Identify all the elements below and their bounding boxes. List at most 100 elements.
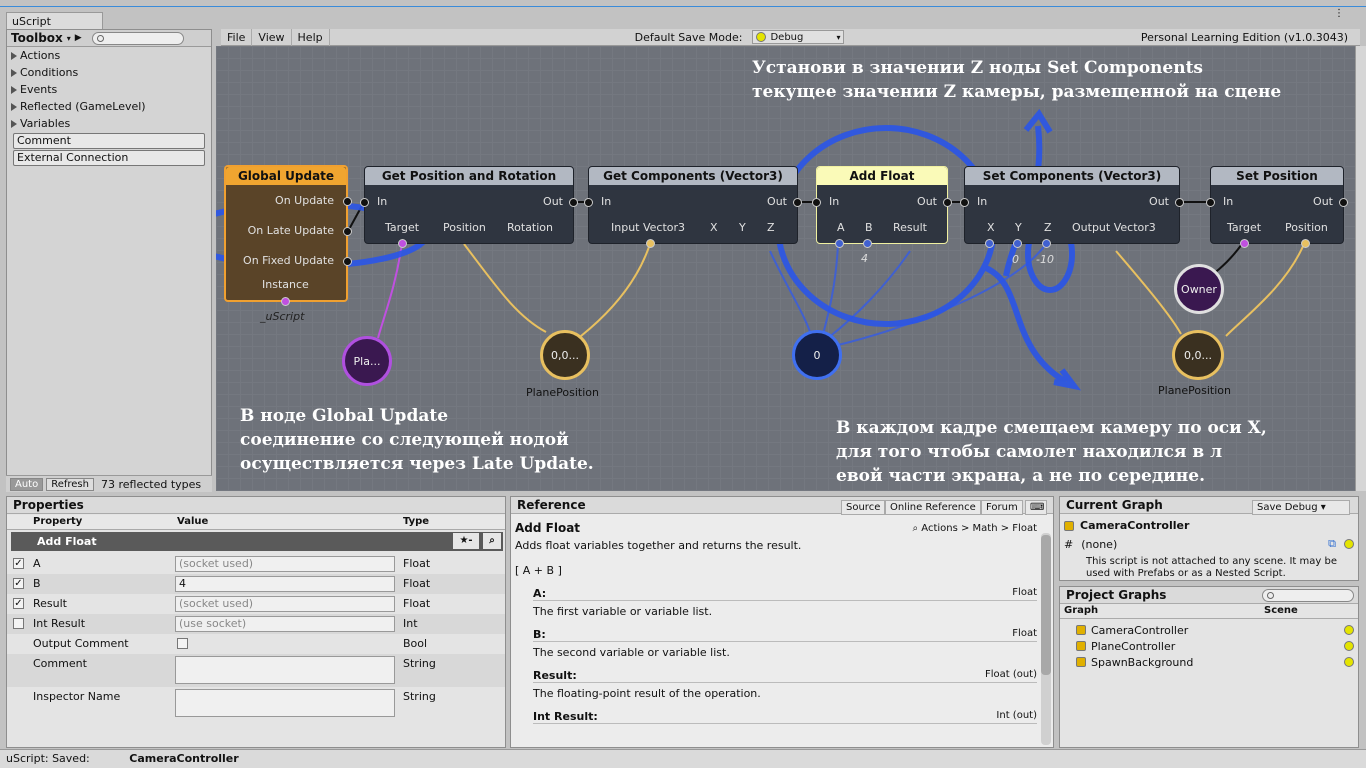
project-graph-item[interactable]: SpawnBackground [1076, 654, 1354, 670]
socket-on-fixed-update[interactable] [343, 257, 352, 266]
property-value[interactable]: (use socket) [175, 616, 395, 632]
socket-out[interactable] [1339, 198, 1348, 207]
reference-panel: Reference Source Online Reference Forum … [510, 496, 1054, 748]
socket-instance[interactable] [281, 297, 290, 306]
expand-arrow-icon[interactable] [11, 68, 17, 77]
node-add-float[interactable]: Add Float In Out A B Result [812, 166, 952, 248]
expand-arrow-icon[interactable] [11, 85, 17, 94]
save-mode-select[interactable]: Debug ▾ [752, 30, 845, 44]
menu-view[interactable]: View [252, 28, 292, 46]
reference-scrollbar[interactable] [1041, 533, 1051, 745]
socket-on-update[interactable] [343, 197, 352, 206]
reference-node-name: Add Float [515, 521, 581, 535]
toolbox-dropdown-icon[interactable]: ▾ [67, 34, 71, 43]
auto-button[interactable]: Auto [10, 477, 44, 491]
note-line: used with Prefabs or as a Nested Script. [1086, 568, 1286, 579]
tree-item-variables[interactable]: Variables [7, 115, 211, 132]
socket-a[interactable] [835, 239, 844, 248]
socket-out[interactable] [793, 198, 802, 207]
menu-help[interactable]: Help [292, 28, 330, 46]
socket-y[interactable] [1013, 239, 1022, 248]
keyboard-icon[interactable]: ⌨ [1025, 500, 1047, 515]
project-graph-item[interactable]: PlaneController [1076, 638, 1354, 654]
socket-in[interactable] [360, 198, 369, 207]
source-tab[interactable]: Source [841, 500, 886, 515]
comment-textarea[interactable] [175, 656, 395, 684]
variable-zero[interactable]: 0 [792, 330, 842, 380]
pin-out: Out [767, 195, 787, 208]
variable-pla[interactable]: Pla... [342, 336, 392, 386]
socket-x[interactable] [985, 239, 994, 248]
property-type: String [403, 690, 436, 703]
property-value[interactable]: (socket used) [175, 596, 395, 612]
project-graphs-search[interactable] [1262, 589, 1354, 602]
menu-file[interactable]: File [221, 28, 253, 46]
current-graph-panel: Current Graph Save Debug ▾ CameraControl… [1059, 496, 1359, 581]
param-name: A: [533, 587, 547, 600]
link-zero-to-a [821, 243, 839, 339]
tree-item-reflected[interactable]: Reflected (GameLevel) [7, 98, 211, 115]
tree-item-label: Variables [20, 117, 71, 130]
external-connection-button[interactable]: External Connection [13, 150, 205, 166]
socket-z[interactable] [1042, 239, 1051, 248]
variable-owner[interactable]: Owner [1174, 264, 1224, 314]
tree-item-events[interactable]: Events [7, 81, 211, 98]
variable-plane-position-2[interactable]: 0,0... [1172, 330, 1224, 380]
row-checkbox[interactable] [13, 618, 24, 629]
socket-out[interactable] [1175, 198, 1184, 207]
expand-arrow-icon[interactable] [11, 119, 17, 128]
inspector-name-textarea[interactable] [175, 689, 395, 717]
property-row-int-result: Int Result (use socket) Int [7, 614, 505, 634]
socket-in[interactable] [1206, 198, 1215, 207]
online-reference-tab[interactable]: Online Reference [885, 500, 981, 515]
window-tab[interactable]: uScript [6, 12, 103, 30]
node-get-components[interactable]: Get Components (Vector3) In Out Input Ve… [584, 166, 802, 248]
node-get-position-rotation[interactable]: Get Position and Rotation In Out Target … [360, 166, 578, 248]
set-components-x-value: 0 [1012, 253, 1019, 266]
window-menu-icon[interactable]: ⋮ [1334, 9, 1346, 20]
refresh-button[interactable]: Refresh [46, 477, 94, 491]
socket-b[interactable] [863, 239, 872, 248]
tree-item-conditions[interactable]: Conditions [7, 64, 211, 81]
scroll-thumb[interactable] [1041, 535, 1051, 675]
socket-on-late-update[interactable] [343, 227, 352, 236]
node-set-components[interactable]: Set Components (Vector3) In Out X Y Z Ou… [960, 166, 1184, 248]
tree-item-actions[interactable]: Actions [7, 47, 211, 64]
socket-out[interactable] [569, 198, 578, 207]
socket-in[interactable] [812, 198, 821, 207]
save-debug-button[interactable]: Save Debug ▾ [1252, 500, 1350, 515]
output-comment-checkbox[interactable] [177, 638, 188, 649]
socket-in[interactable] [960, 198, 969, 207]
property-value[interactable]: 4 [175, 576, 395, 592]
property-value[interactable]: (socket used) [175, 556, 395, 572]
comment-button[interactable]: Comment [13, 133, 205, 149]
canvas-scrollbar[interactable] [1355, 46, 1366, 491]
row-checkbox[interactable]: ✓ [13, 578, 24, 589]
socket-position[interactable] [1301, 239, 1310, 248]
node-title: Set Components (Vector3) [965, 167, 1179, 185]
row-checkbox[interactable]: ✓ [13, 558, 24, 569]
variable-plane-position-1[interactable]: 0,0... [540, 330, 590, 380]
graph-canvas[interactable]: Global Update On Update On Late Update O… [216, 46, 1360, 491]
socket-target[interactable] [1240, 239, 1249, 248]
toolbox-search-input[interactable] [91, 31, 184, 45]
socket-in[interactable] [584, 198, 593, 207]
node-global-update[interactable]: Global Update On Update On Late Update O… [224, 165, 352, 306]
link-icon[interactable]: ⧉ [1328, 537, 1336, 551]
expand-arrow-icon[interactable] [11, 51, 17, 60]
forum-tab[interactable]: Forum [981, 500, 1023, 515]
link-vec2-to-output [1115, 250, 1182, 335]
socket-target[interactable] [398, 239, 407, 248]
star-icon[interactable]: ★- [453, 533, 479, 549]
socket-out[interactable] [943, 198, 952, 207]
variable-caption-1: PlanePosition [526, 386, 599, 399]
socket-input-vector3[interactable] [646, 239, 655, 248]
node-set-position[interactable]: Set Position In Out Target Position [1206, 166, 1348, 248]
row-checkbox[interactable]: ✓ [13, 598, 24, 609]
toolbox-play-icon[interactable]: ▶ [75, 33, 82, 43]
property-row-a: ✓ A (socket used) Float [7, 554, 505, 574]
search-icon[interactable]: ⌕ [483, 533, 501, 549]
expand-arrow-icon[interactable] [11, 102, 17, 111]
project-graph-item[interactable]: CameraController [1076, 622, 1354, 638]
param-type: Int (out) [996, 710, 1037, 721]
